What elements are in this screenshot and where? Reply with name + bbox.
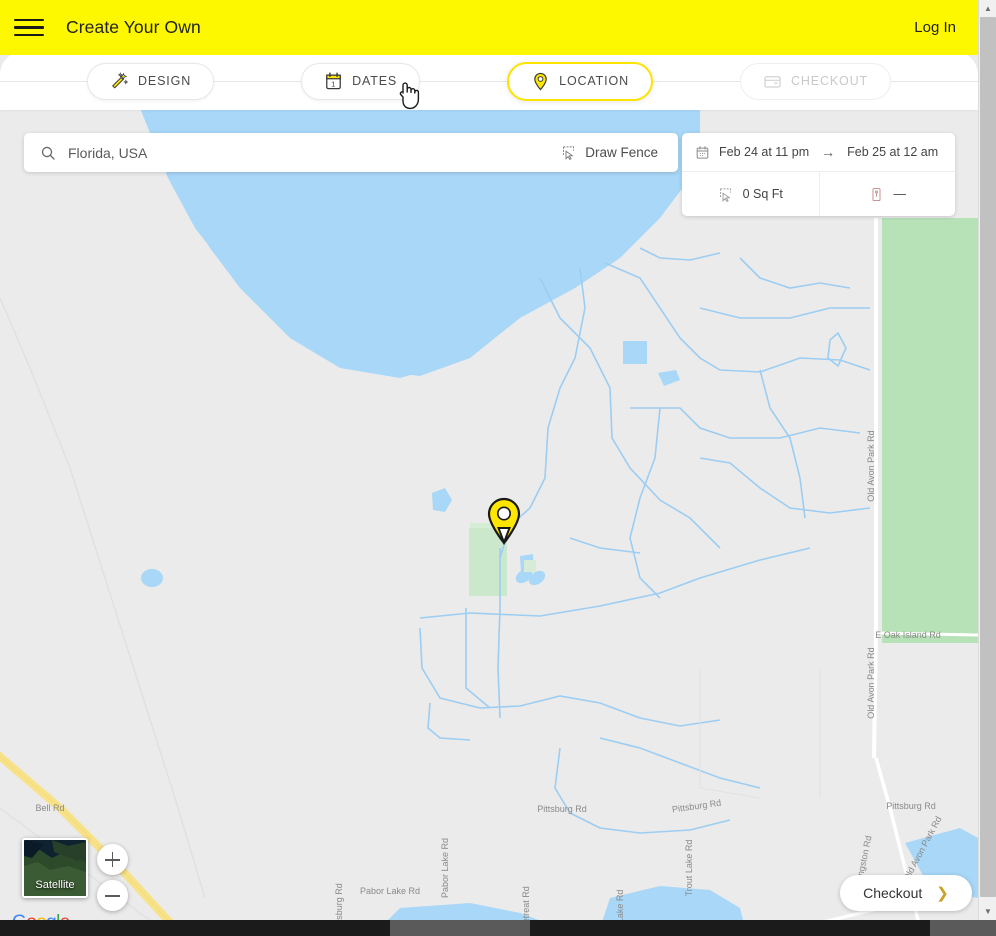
step-rail [0, 80, 88, 82]
scroll-down-arrow-icon[interactable]: ▼ [979, 903, 996, 920]
trip-info-panel: Feb 24 at 11 pm → Feb 25 at 12 am 0 Sq F… [682, 133, 955, 216]
scrollbar-thumb[interactable] [980, 17, 996, 897]
polygon-lasso-icon [563, 146, 575, 160]
svg-text:Old Avon Park Rd: Old Avon Park Rd [866, 647, 876, 718]
zoom-out-button[interactable] [97, 880, 128, 911]
search-icon [41, 146, 55, 160]
step-rail [420, 80, 508, 82]
tab-location[interactable]: LOCATION [507, 61, 653, 101]
metrics-row: 0 Sq Ft — [682, 172, 955, 216]
step-rail [214, 80, 302, 82]
calendar-icon [696, 145, 709, 159]
credit-card-icon [764, 75, 781, 88]
os-taskbar [0, 920, 996, 936]
tab-checkout: CHECKOUT [740, 62, 891, 100]
start-date-value: Feb 24 at 11 pm [719, 145, 810, 159]
map-pin-icon [534, 72, 547, 90]
hamburger-menu-icon[interactable] [14, 15, 44, 41]
search-input[interactable] [68, 144, 562, 161]
draw-fence-label: Draw Fence [585, 145, 658, 160]
login-link[interactable]: Log In [914, 19, 956, 36]
satellite-toggle-button[interactable]: Satellite [22, 838, 88, 898]
chevron-right-icon: ❯ [936, 885, 949, 902]
checkout-button-label: Checkout [863, 885, 923, 901]
plus-icon [105, 852, 120, 867]
calendar-icon: 1 [326, 71, 341, 89]
satellite-label: Satellite [35, 879, 75, 891]
end-date-value: Feb 25 at 12 am [847, 145, 939, 159]
area-cell[interactable]: 0 Sq Ft [682, 172, 819, 216]
tab-design-label: DESIGN [138, 74, 192, 88]
tab-dates-label: DATES [352, 74, 398, 88]
price-tag-icon [872, 187, 880, 201]
app-root: Old Avon Park Rd Old Avon Park Rd E Oak … [0, 0, 996, 936]
step-navigation: DESIGN 1 DATES LOCATION CHECKOUT [0, 52, 978, 110]
svg-text:Pittsburg Rd: Pittsburg Rd [886, 801, 936, 811]
minus-icon [105, 888, 120, 903]
tab-design[interactable]: DESIGN [87, 62, 215, 100]
zoom-in-button[interactable] [97, 844, 128, 875]
map-canvas[interactable]: Old Avon Park Rd Old Avon Park Rd E Oak … [0, 108, 978, 928]
date-range-row[interactable]: Feb 24 at 11 pm → Feb 25 at 12 am [682, 133, 955, 172]
area-value: 0 Sq Ft [742, 187, 783, 201]
svg-text:Bell Rd: Bell Rd [35, 803, 64, 813]
polygon-lasso-icon [719, 187, 731, 202]
checkout-button[interactable]: Checkout ❯ [840, 875, 972, 911]
step-rail [652, 80, 740, 82]
svg-text:Pittsburg Rd: Pittsburg Rd [537, 804, 587, 814]
page-title: Create Your Own [66, 17, 201, 37]
draw-fence-button[interactable]: Draw Fence [561, 145, 658, 160]
price-value: — [893, 187, 907, 201]
date-range-arrow-icon: → [821, 144, 836, 160]
location-search-bar[interactable]: Draw Fence [24, 133, 678, 172]
app-header: Create Your Own Log In [0, 0, 978, 55]
step-rail [890, 80, 978, 82]
svg-text:1: 1 [331, 79, 336, 88]
location-pin-marker[interactable] [487, 497, 521, 545]
tab-checkout-label: CHECKOUT [791, 74, 868, 88]
svg-text:Pabor Lake Rd: Pabor Lake Rd [440, 838, 450, 898]
page-scrollbar[interactable]: ▲ ▼ [978, 0, 996, 920]
tab-dates[interactable]: 1 DATES [301, 62, 421, 100]
scroll-up-arrow-icon[interactable]: ▲ [979, 0, 996, 17]
svg-text:Pabor Lake Rd: Pabor Lake Rd [360, 886, 420, 896]
tab-location-label: LOCATION [559, 74, 629, 88]
svg-text:Old Avon Park Rd: Old Avon Park Rd [866, 430, 876, 501]
price-cell[interactable]: — [818, 172, 956, 216]
svg-text:Trout Lake Rd: Trout Lake Rd [684, 840, 694, 897]
svg-text:E Oak Island Rd: E Oak Island Rd [875, 630, 941, 640]
magic-wand-icon [112, 71, 129, 89]
